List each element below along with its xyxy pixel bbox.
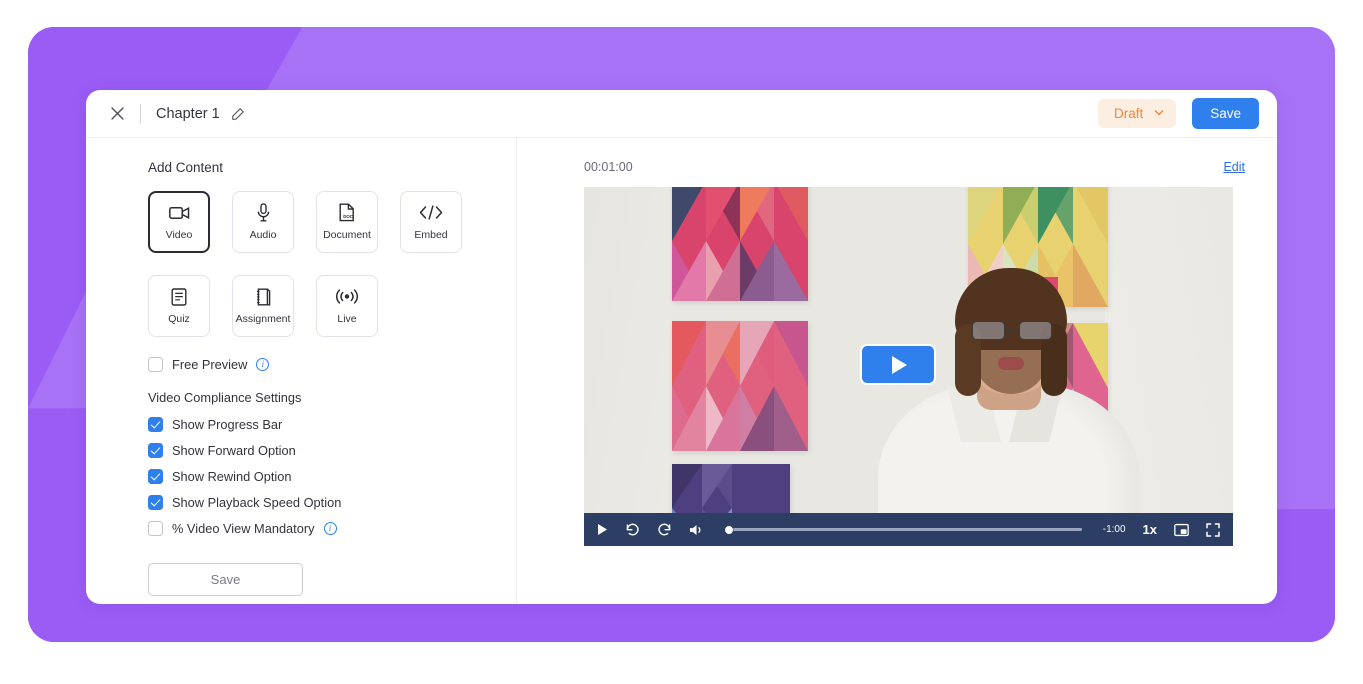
free-preview-row[interactable]: Free Preview i xyxy=(148,357,516,372)
wall-left xyxy=(584,187,669,546)
content-type-label: Embed xyxy=(414,229,448,241)
lens-right xyxy=(1019,321,1052,340)
mouth xyxy=(998,357,1024,370)
compliance-label: % Video View Mandatory xyxy=(172,521,315,536)
compliance-row-forward[interactable]: Show Forward Option xyxy=(148,443,516,458)
microphone-icon xyxy=(257,203,270,222)
scrubber-track[interactable] xyxy=(733,528,1082,531)
glasses-icon xyxy=(972,321,1052,340)
content-type-embed[interactable]: Embed xyxy=(400,191,462,253)
progress-scrubber[interactable] xyxy=(725,525,1082,534)
free-preview-label: Free Preview xyxy=(172,357,248,372)
triangle-canvas-pink-mid xyxy=(672,321,808,451)
video-header: 00:01:00 Edit xyxy=(584,160,1245,174)
triangle-canvas-pink-top xyxy=(672,187,808,301)
save-button-header[interactable]: Save xyxy=(1192,98,1259,129)
show-rewind-option-checkbox[interactable] xyxy=(148,469,163,484)
remaining-time: -1:00 xyxy=(1102,524,1126,535)
content-type-audio[interactable]: Audio xyxy=(232,191,294,253)
content-type-quiz[interactable]: Quiz xyxy=(148,275,210,337)
save-button-settings[interactable]: Save xyxy=(148,563,303,596)
show-playback-speed-option-checkbox[interactable] xyxy=(148,495,163,510)
code-brackets-icon xyxy=(419,203,443,222)
compliance-label: Show Playback Speed Option xyxy=(172,495,342,510)
chevron-down-icon xyxy=(1154,109,1164,119)
scrubber-handle[interactable] xyxy=(725,525,733,534)
content-type-grid: Video Audio DOC Document Embed Quiz Assi… xyxy=(148,191,516,337)
play-overlay-button[interactable] xyxy=(860,344,936,385)
content-type-live[interactable]: Live xyxy=(316,275,378,337)
content-type-label: Audio xyxy=(249,229,277,241)
rewind-icon[interactable] xyxy=(625,522,640,537)
content-type-label: Document xyxy=(323,229,371,241)
content-type-label: Assignment xyxy=(235,313,291,325)
content-type-label: Live xyxy=(337,313,357,325)
compliance-row-progress-bar[interactable]: Show Progress Bar xyxy=(148,417,516,432)
modal-header: Chapter 1 Draft Save xyxy=(86,90,1277,138)
video-camera-icon xyxy=(168,203,190,222)
compliance-row-playback-speed[interactable]: Show Playback Speed Option xyxy=(148,495,516,510)
status-badge-label: Draft xyxy=(1113,106,1144,121)
content-type-label: Video xyxy=(165,229,193,241)
player-controls: -1:00 1x xyxy=(584,513,1233,546)
glasses-bridge xyxy=(1005,329,1019,331)
video-duration: 00:01:00 xyxy=(584,160,633,174)
document-doc-icon: DOC xyxy=(339,203,355,222)
volume-icon[interactable] xyxy=(689,523,704,537)
status-badge[interactable]: Draft xyxy=(1097,99,1177,128)
compliance-row-rewind[interactable]: Show Rewind Option xyxy=(148,469,516,484)
video-view-mandatory-checkbox[interactable] xyxy=(148,521,163,536)
header-divider xyxy=(140,103,141,124)
video-preview-pane: 00:01:00 Edit -1:00 1x xyxy=(517,138,1277,604)
edit-pencil-icon[interactable] xyxy=(231,106,246,121)
compliance-settings-title: Video Compliance Settings xyxy=(148,390,302,405)
page-title: Chapter 1 xyxy=(156,105,220,122)
compliance-label: Show Rewind Option xyxy=(172,469,292,484)
assignment-notebook-icon xyxy=(255,287,271,306)
content-type-assignment[interactable]: Assignment xyxy=(232,275,294,337)
info-icon[interactable]: i xyxy=(256,358,270,371)
content-type-video[interactable]: Video xyxy=(148,191,210,253)
content-settings-pane: Add Content Video Audio DOC Document Emb… xyxy=(86,138,517,604)
compliance-label: Show Forward Option xyxy=(172,443,296,458)
free-preview-checkbox[interactable] xyxy=(148,357,163,372)
video-subject-person xyxy=(856,268,1156,546)
modal-body: Add Content Video Audio DOC Document Emb… xyxy=(86,138,1277,604)
play-icon xyxy=(892,355,907,374)
live-broadcast-icon xyxy=(335,287,359,306)
content-type-label: Quiz xyxy=(168,313,190,325)
content-type-document[interactable]: DOC Document xyxy=(316,191,378,253)
show-progress-bar-checkbox[interactable] xyxy=(148,417,163,432)
add-content-title: Add Content xyxy=(148,160,224,175)
edit-video-link[interactable]: Edit xyxy=(1223,160,1245,174)
fast-forward-icon[interactable] xyxy=(657,522,672,537)
playback-speed-button[interactable]: 1x xyxy=(1143,522,1157,537)
compliance-row-view-mandatory[interactable]: % Video View Mandatory i xyxy=(148,521,516,536)
show-forward-option-checkbox[interactable] xyxy=(148,443,163,458)
video-player[interactable]: -1:00 1x xyxy=(584,187,1233,546)
quiz-list-icon xyxy=(171,287,187,306)
lens-left xyxy=(972,321,1005,340)
svg-text:DOC: DOC xyxy=(343,214,354,219)
info-icon[interactable]: i xyxy=(323,522,337,535)
close-icon[interactable] xyxy=(106,103,128,125)
fullscreen-icon[interactable] xyxy=(1206,522,1220,537)
play-icon[interactable] xyxy=(597,523,608,536)
compliance-label: Show Progress Bar xyxy=(172,417,283,432)
picture-in-picture-icon[interactable] xyxy=(1174,523,1189,537)
chapter-editor-modal: Chapter 1 Draft Save Add Content Video A… xyxy=(86,90,1277,604)
